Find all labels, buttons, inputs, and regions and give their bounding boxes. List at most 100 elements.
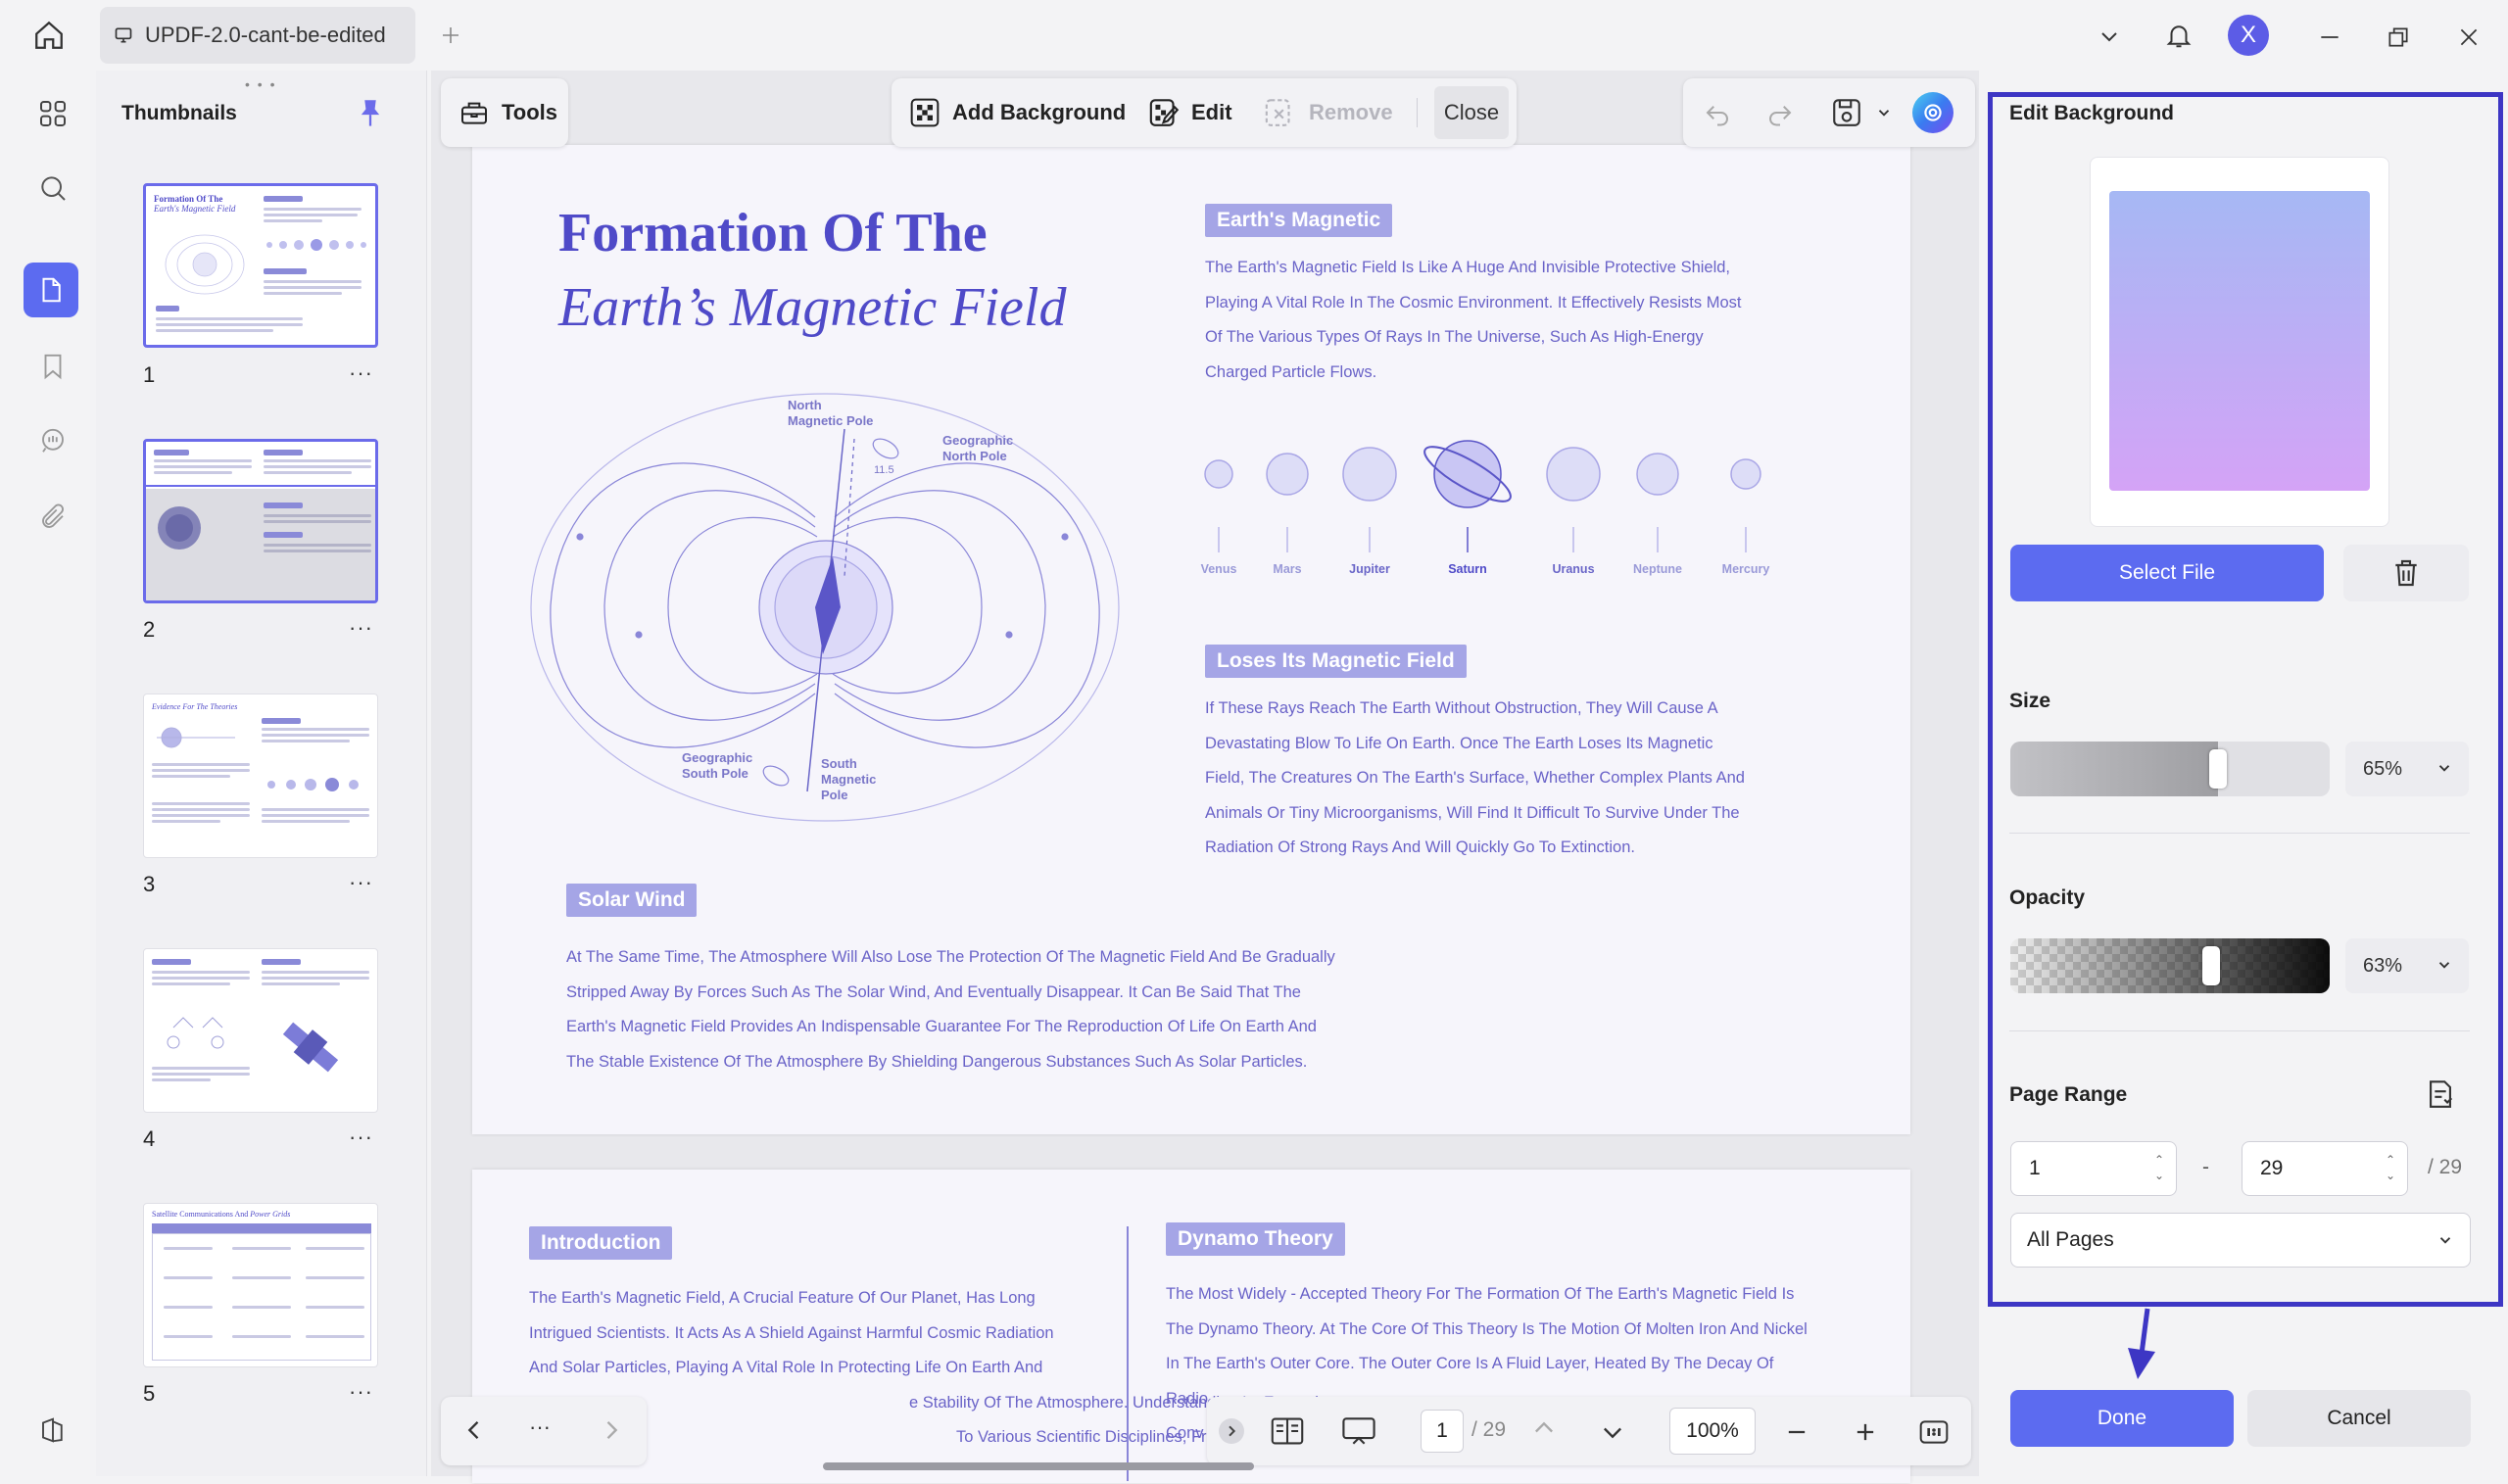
thumbnail-page-2[interactable] [143,439,378,603]
range-start-stepper[interactable]: ⌃ ⌄ [2154,1152,2164,1183]
pin-icon[interactable] [357,98,384,129]
close-background-button[interactable]: Close [1434,86,1509,139]
section-heading-earths-magnetic: Earth's Magnetic [1205,204,1393,237]
undo-icon[interactable] [1703,98,1732,127]
column-divider [1127,1226,1129,1481]
planet-label: Uranus [1552,562,1595,576]
zoom-level[interactable]: 100% [1669,1408,1756,1455]
presentation-icon[interactable] [1340,1414,1377,1448]
size-label: Size [2009,690,2051,712]
close-window-icon[interactable] [2449,18,2488,57]
tools-label: Tools [502,100,558,124]
panel-title: Edit Background [2009,102,2175,124]
previous-icon[interactable] [460,1416,488,1444]
more-button[interactable]: ··· [529,1414,551,1440]
label-geographic-north-pole: Geographic North Pole [942,433,1014,463]
cancel-button[interactable]: Cancel [2247,1390,2471,1447]
ai-assistant-icon[interactable] [1912,92,1953,133]
thumbnail-page-5[interactable]: Satellite Communications And Power Grids [143,1203,378,1367]
thumbnail-more-button[interactable]: ··· [349,615,373,641]
opacity-select[interactable]: 63% [2345,938,2469,993]
chevron-down-icon[interactable] [2093,20,2126,53]
thumbnails-title: Thumbnails [121,102,237,124]
zoom-in-icon[interactable] [1852,1418,1879,1446]
restore-icon[interactable] [2379,18,2418,57]
actual-size-icon[interactable] [1918,1416,1950,1448]
monitor-icon [115,27,132,43]
planet-label: Mercury [1721,562,1770,576]
document-page-1: Formation Of The Earth’s Magnetic Field … [472,145,1910,1134]
bookmark-icon[interactable] [29,343,76,390]
chevron-down-icon [2438,962,2450,969]
page-range-label: Page Range [2009,1083,2128,1106]
save-icon[interactable] [1830,96,1863,129]
bell-icon[interactable] [2159,16,2198,55]
attachment-icon[interactable] [29,494,76,541]
page-down-icon[interactable] [1599,1418,1626,1446]
section-text-loses-field: If These Rays Reach The Earth Without Ob… [1205,699,1745,856]
thumbnail-page-3[interactable]: Evidence For The Theories [143,694,378,858]
range-start-input[interactable]: 1 ⌃ ⌄ [2010,1141,2177,1196]
divider [2009,1030,2470,1031]
chevron-down-icon [2439,1237,2451,1244]
planet-label: Venus [1200,562,1237,576]
size-slider[interactable] [2010,742,2330,796]
opacity-label: Opacity [2009,886,2086,909]
home-icon[interactable] [29,16,69,55]
new-tab-icon[interactable] [435,20,466,51]
remove-background-icon [1265,99,1290,126]
tools-button[interactable]: Tools [441,78,568,147]
thumbnail-more-button[interactable]: ··· [349,1125,373,1150]
thumbnails-icon[interactable] [24,263,78,317]
range-end-stepper[interactable]: ⌃ ⌄ [2386,1152,2395,1183]
page-range-settings-icon[interactable] [2424,1077,2457,1111]
page-up-icon[interactable] [1530,1414,1558,1442]
page-layout-icon[interactable] [1270,1414,1305,1448]
document-tab[interactable]: UPDF-2.0-cant-be-edited [100,7,415,64]
panel-drag-handle[interactable]: • • • [245,76,276,92]
thumbnail-more-button[interactable]: ··· [349,360,373,386]
save-menu-chevron-icon[interactable] [1875,104,1893,121]
size-select[interactable]: 65% [2345,742,2469,796]
thumbnails-panel: • • • Thumbnails Formation Of The Earth's… [96,71,427,1476]
comment-icon[interactable] [29,417,76,464]
thumbnail-page-1[interactable]: Formation Of The Earth's Magnetic Field [143,183,378,348]
thumbnail-more-button[interactable]: ··· [349,870,373,895]
range-end-input[interactable]: 29 ⌃ ⌄ [2242,1141,2408,1196]
select-file-button[interactable]: Select File [2010,545,2324,601]
avatar[interactable]: X [2228,15,2269,56]
redo-icon[interactable] [1765,98,1795,127]
opacity-slider[interactable] [2010,938,2330,993]
document-tab-title: UPDF-2.0-cant-be-edited [145,23,386,47]
checkerboard-icon [910,98,940,127]
next-icon[interactable] [598,1416,625,1444]
zoom-out-icon[interactable] [1783,1418,1810,1446]
edit-background-icon [1149,99,1180,126]
done-button[interactable]: Done [2010,1390,2234,1447]
opacity-slider-handle[interactable] [2202,946,2220,985]
section-heading-dynamo: Dynamo Theory [1166,1222,1345,1256]
collapse-arrow-icon[interactable] [1219,1418,1244,1444]
thumbnail-page-4[interactable] [143,948,378,1113]
horizontal-scrollbar[interactable] [823,1462,1254,1470]
section-text-solar-wind: At The Same Time, The Atmosphere Will Al… [566,948,1335,1071]
page-number-input[interactable]: 1 [1421,1410,1464,1453]
add-background-button[interactable]: Add Background [909,78,1126,147]
thumbnail-number: 1 [143,362,156,387]
title-bar: UPDF-2.0-cant-be-edited X [0,0,2508,71]
delete-background-button[interactable] [2343,545,2469,601]
section-heading-solar-wind: Solar Wind [566,884,698,917]
document-subtitle: Earth’s Magnetic Field [558,277,1067,338]
page-subset-select[interactable]: All Pages [2010,1213,2471,1268]
grid-icon[interactable] [29,90,76,137]
thumbnail-more-button[interactable]: ··· [349,1379,373,1405]
size-slider-fill [2010,742,2218,796]
remove-background-button[interactable]: Remove [1264,78,1393,147]
search-icon[interactable] [29,165,76,212]
minimize-icon[interactable] [2310,18,2349,57]
size-slider-handle[interactable] [2209,749,2227,789]
left-rail [8,71,94,1476]
thumbnail-number: 3 [143,872,156,896]
layers-icon[interactable] [29,1407,76,1454]
edit-background-button[interactable]: Edit [1148,78,1232,147]
